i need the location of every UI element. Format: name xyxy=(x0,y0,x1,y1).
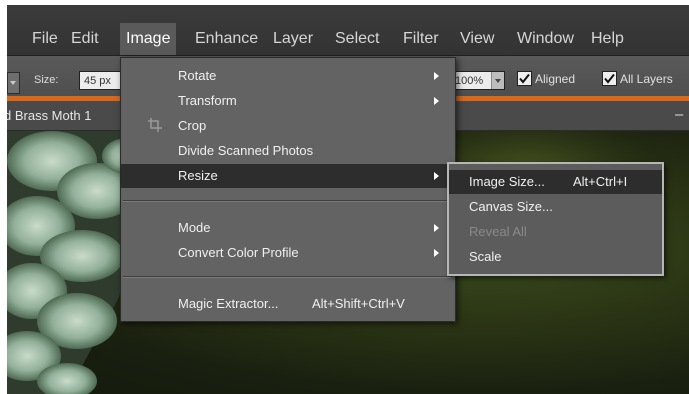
menu-item-canvas-size[interactable]: Canvas Size... xyxy=(449,195,662,219)
menu-item-label: Rotate xyxy=(178,68,217,83)
submenu-arrow-icon xyxy=(434,224,443,232)
menu-item-label: Transform xyxy=(178,93,237,108)
menu-window[interactable]: Window xyxy=(517,30,574,48)
menu-image[interactable]: Image xyxy=(120,23,177,55)
menu-item-divide-scanned-photos[interactable]: Divide Scanned Photos xyxy=(121,139,455,163)
menu-edit[interactable]: Edit xyxy=(71,30,99,48)
menu-separator xyxy=(123,200,453,202)
document-title[interactable]: d Brass Moth 1 xyxy=(7,108,91,123)
menu-separator xyxy=(123,276,453,278)
menu-filter[interactable]: Filter xyxy=(403,30,439,48)
menu-item-resize[interactable]: Resize xyxy=(121,164,455,188)
menu-item-label: Canvas Size... xyxy=(469,199,553,214)
menu-item-label: Magic Extractor... xyxy=(178,296,279,311)
menu-item-label: Mode xyxy=(178,220,211,235)
submenu-arrow-icon xyxy=(434,72,443,80)
menu-item-scale[interactable]: Scale xyxy=(449,245,662,269)
menu-select[interactable]: Select xyxy=(335,30,379,48)
menu-item-reveal-all: Reveal All xyxy=(449,220,662,244)
app-window: File Edit Image Enhance Layer Select Fil… xyxy=(7,5,689,394)
size-label: Size: xyxy=(34,74,59,86)
resize-submenu: Image Size... Alt+Ctrl+I Canvas Size... … xyxy=(447,162,664,276)
all-layers-checkbox[interactable] xyxy=(602,71,617,86)
submenu-arrow-icon xyxy=(434,172,443,180)
all-layers-label: All Layers xyxy=(620,72,673,86)
menu-view[interactable]: View xyxy=(460,30,494,48)
menu-item-label: Resize xyxy=(178,168,218,183)
menu-bar: File Edit Image Enhance Layer Select Fil… xyxy=(7,5,689,56)
brush-preset-dropdown[interactable] xyxy=(7,72,20,94)
menu-item-label: Convert Color Profile xyxy=(178,245,299,260)
minimize-icon[interactable]: – xyxy=(675,106,683,123)
menu-help[interactable]: Help xyxy=(591,30,624,48)
menu-item-convert-color-profile[interactable]: Convert Color Profile xyxy=(121,241,455,265)
menu-item-shortcut: Alt+Ctrl+I xyxy=(573,174,628,189)
menu-layer[interactable]: Layer xyxy=(273,30,313,48)
menu-file[interactable]: File xyxy=(32,30,58,48)
menu-item-rotate[interactable]: Rotate xyxy=(121,64,455,88)
opacity-value: 100% xyxy=(455,75,484,87)
aligned-label: Aligned xyxy=(535,72,576,86)
checkmark-icon xyxy=(519,73,530,84)
submenu-arrow-icon xyxy=(434,97,443,105)
checkmark-icon xyxy=(604,73,615,84)
menu-item-label: Divide Scanned Photos xyxy=(178,143,314,158)
image-menu-dropdown: Rotate Transform Crop Divide Scanned Pho… xyxy=(120,57,456,322)
menu-item-image-size[interactable]: Image Size... Alt+Ctrl+I xyxy=(449,170,662,194)
opacity-input[interactable]: 100% xyxy=(448,71,505,90)
menu-enhance[interactable]: Enhance xyxy=(195,30,258,48)
menu-item-mode[interactable]: Mode xyxy=(121,216,455,240)
submenu-arrow-icon xyxy=(434,249,443,257)
menu-item-magic-extractor[interactable]: Magic Extractor... Alt+Shift+Ctrl+V xyxy=(121,292,455,316)
menu-item-transform[interactable]: Transform xyxy=(121,89,455,113)
crop-icon xyxy=(148,118,162,132)
menu-item-label: Crop xyxy=(178,118,207,133)
chevron-down-icon[interactable] xyxy=(491,72,504,89)
menu-item-label: Scale xyxy=(469,249,502,264)
menu-item-label: Image Size... xyxy=(469,174,545,189)
menu-item-crop[interactable]: Crop xyxy=(121,114,455,138)
aligned-checkbox[interactable] xyxy=(517,71,532,86)
menu-item-shortcut: Alt+Shift+Ctrl+V xyxy=(312,296,405,311)
menu-item-label: Reveal All xyxy=(469,224,527,239)
